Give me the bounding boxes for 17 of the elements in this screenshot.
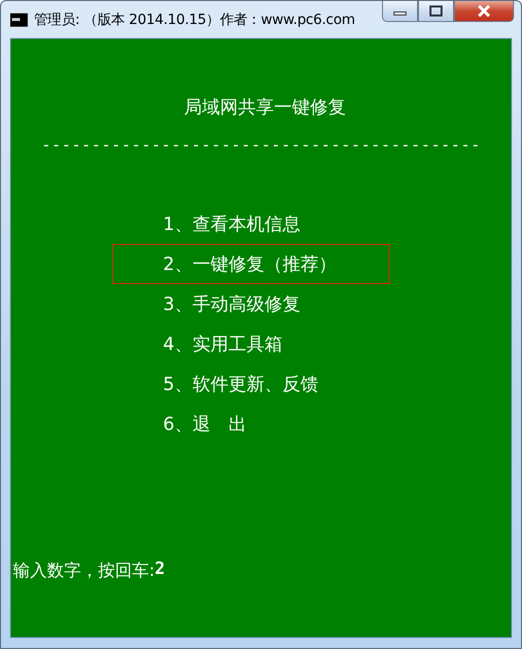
dashed-rule: -------------------------------------------- [41, 135, 481, 154]
menu-item[interactable]: 2、一键修复（推荐） [112, 244, 390, 284]
menu-item[interactable]: 3、手动高级修复 [112, 284, 390, 324]
input-prompt: 输入数字，按回车: [13, 560, 155, 582]
menu-item[interactable]: 1、查看本机信息 [112, 204, 390, 244]
menu-item[interactable]: 5、软件更新、反馈 [112, 364, 390, 404]
console-heading: 局域网共享一键修复 [184, 96, 346, 119]
console-icon [10, 12, 28, 26]
window-title: 管理员: （版本 2014.10.15）作者：www.pc6.com [34, 10, 355, 28]
close-button[interactable] [454, 1, 514, 22]
input-value: 2 [154, 559, 165, 581]
menu-item[interactable]: 6、退 出 [112, 404, 390, 444]
close-icon [477, 5, 491, 17]
menu-item[interactable]: 4、实用工具箱 [112, 324, 390, 364]
minimize-button[interactable] [382, 1, 418, 22]
maximize-button[interactable] [418, 1, 454, 22]
maximize-icon [429, 5, 443, 17]
